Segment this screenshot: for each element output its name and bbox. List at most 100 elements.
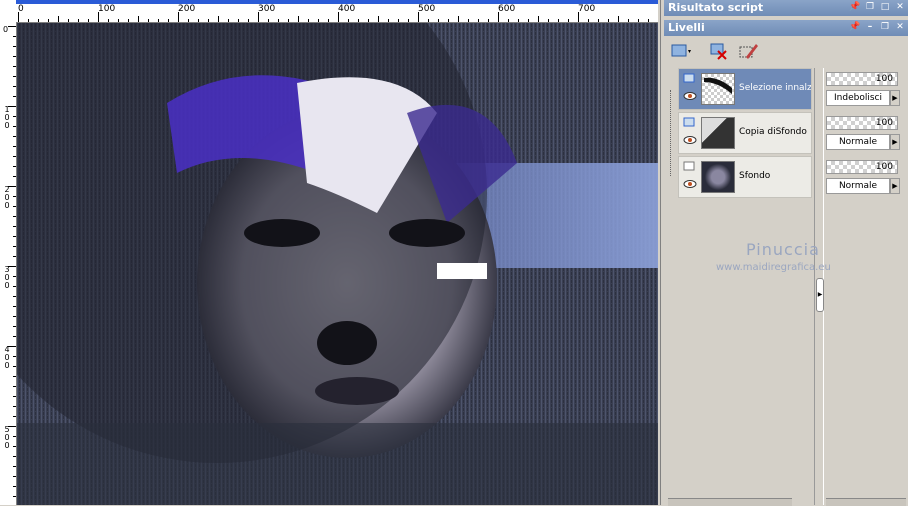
script-output-titlebar[interactable]: Risultato script 📌 ❐ □ ✕ [664,0,908,16]
ruler-tick [13,276,16,277]
ruler-tick [338,12,339,22]
blend-mode-select[interactable]: Indebolisci [826,90,890,106]
ruler-tick [468,19,469,22]
maximize-icon[interactable]: □ [879,1,891,13]
blend-dropdown-arrow-icon[interactable]: ▶ [890,178,900,194]
ruler-tick [8,266,16,267]
ruler-tick [13,396,16,397]
ruler-tick [13,406,16,407]
ruler-label: 400 [338,4,356,14]
ruler-tick [13,96,16,97]
ruler-label: 100 [4,105,10,130]
close-icon[interactable]: ✕ [894,1,906,13]
blend-dropdown-arrow-icon[interactable]: ▶ [890,90,900,106]
ruler-tick [13,326,16,327]
layer-type-icon [683,73,695,83]
layers-titlebar[interactable]: Livelli 📌 – ❐ ✕ [664,20,908,36]
eye-icon[interactable] [683,179,697,189]
ruler-tick [538,16,539,22]
ruler-tick [408,19,409,22]
ruler-tick [328,19,329,22]
ruler-tick [13,336,16,337]
ruler-label: 400 [4,345,10,370]
ruler-label: 600 [498,4,516,14]
ruler-tick [418,12,419,22]
ruler-tick [388,19,389,22]
layer-row-background[interactable]: Sfondo [678,156,812,198]
eye-icon[interactable] [683,135,697,145]
blend-mode-select[interactable]: Normale [826,134,890,150]
pin-icon[interactable]: 📌 [849,1,861,13]
layer-row-copy-background[interactable]: Copia diSfondo [678,112,812,154]
ruler-tick [13,156,16,157]
layer-name[interactable]: Copia diSfondo [739,127,811,137]
ruler-tick [13,386,16,387]
ruler-tick [28,19,29,22]
blend-dropdown-arrow-icon[interactable]: ▶ [890,134,900,150]
ruler-tick [13,136,16,137]
ruler-tick [608,19,609,22]
ruler-tick [268,19,269,22]
ruler-tick [13,86,16,87]
ruler-tick [8,186,16,187]
ruler-label: 500 [4,425,10,450]
ruler-tick [13,146,16,147]
ruler-tick [188,19,189,22]
opacity-field[interactable]: 100 [826,116,898,130]
close-icon[interactable]: ✕ [894,21,906,33]
ruler-tick [13,66,16,67]
ruler-tick [508,19,509,22]
ruler-tick [13,366,16,367]
pin-icon[interactable]: 📌 [849,21,861,33]
minimize-icon[interactable]: – [864,21,876,33]
ruler-tick [138,16,139,22]
ruler-label: 0 [3,25,9,34]
ruler-tick [588,19,589,22]
layers-title: Livelli [668,21,705,34]
ruler-tick [13,236,16,237]
image-canvas[interactable] [17,23,658,505]
layer-row-selection[interactable]: Selezione innalzat [678,68,812,110]
ruler-tick [13,496,16,497]
ruler-tick [178,12,179,22]
layer-name[interactable]: Sfondo [739,171,811,181]
ruler-tick [68,19,69,22]
ruler-tick [638,19,639,22]
ruler-tick [13,126,16,127]
eye-icon[interactable] [683,91,697,101]
ruler-tick [13,226,16,227]
blend-mode-select[interactable]: Normale [826,178,890,194]
ruler-tick [498,12,499,22]
ruler-tick [118,19,119,22]
restore-icon[interactable]: ❐ [864,1,876,13]
ruler-tick [78,19,79,22]
restore-icon[interactable]: ❐ [879,21,891,33]
ruler-label: 200 [178,4,196,14]
vertical-ruler: 0 100 200 300 400 500 [0,22,17,505]
delete-layer-icon[interactable] [708,41,730,61]
ruler-tick [13,356,16,357]
ruler-label: 200 [4,185,10,210]
layer-name[interactable]: Selezione innalzat [739,83,811,93]
ruler-tick [13,166,16,167]
ruler-tick [13,286,16,287]
ruler-tick [438,19,439,22]
ruler-tick [148,19,149,22]
new-layer-icon[interactable] [670,41,692,61]
ruler-tick [13,446,16,447]
ruler-tick [13,246,16,247]
opacity-field[interactable]: 100 [826,72,898,86]
opacity-field[interactable]: 100 [826,160,898,174]
ruler-label: 100 [98,4,116,14]
ruler-tick [8,106,16,107]
ruler-tick [13,76,16,77]
edit-layer-icon[interactable] [738,41,760,61]
ruler-tick [88,19,89,22]
ruler-tick [378,16,379,22]
ruler-tick [578,12,579,22]
ruler-tick [13,376,16,377]
ruler-tick [488,19,489,22]
panel-splitter[interactable]: ▶ [814,68,824,505]
splitter-arrow-icon[interactable]: ▶ [816,278,824,312]
layer-tree-line [670,90,672,176]
